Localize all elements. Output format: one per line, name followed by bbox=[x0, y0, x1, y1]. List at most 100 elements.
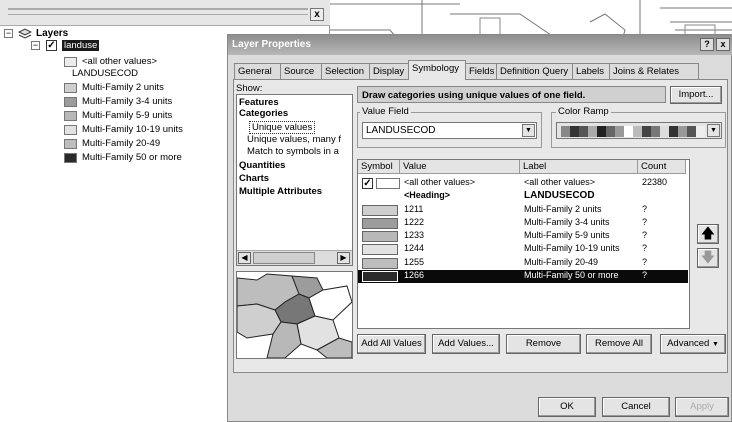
ramp-swatch bbox=[687, 126, 696, 137]
move-up-arrow-icon[interactable]: 🡅 bbox=[697, 224, 719, 244]
col-label[interactable]: Label bbox=[520, 160, 638, 174]
legend-label: Multi-Family 10-19 units bbox=[82, 124, 183, 135]
row-label: Multi-Family 10-19 units bbox=[524, 243, 620, 253]
ok-button[interactable]: OK bbox=[538, 397, 596, 417]
show-list-scrollbar[interactable]: ◀ ▶ bbox=[237, 250, 352, 265]
show-item[interactable]: Features bbox=[239, 97, 351, 108]
col-value[interactable]: Value bbox=[400, 160, 520, 174]
show-item[interactable]: Multiple Attributes bbox=[239, 186, 351, 197]
symbol-swatch[interactable] bbox=[362, 231, 398, 242]
row-count: ? bbox=[642, 217, 648, 227]
tab-source[interactable]: Source bbox=[280, 63, 322, 79]
legend-label: Multi-Family 5-9 units bbox=[82, 110, 173, 121]
table-row[interactable]: 1233 Multi-Family 5-9 units? bbox=[358, 230, 688, 243]
add-all-values-button[interactable]: Add All Values bbox=[357, 334, 426, 354]
row-value: 1211 bbox=[404, 204, 424, 214]
tab-symbology[interactable]: Symbology bbox=[408, 60, 466, 80]
symbol-table[interactable]: Symbol Value Label Count ✓ <all other val… bbox=[357, 159, 690, 329]
ramp-swatch bbox=[606, 126, 615, 137]
toc-grip-line bbox=[8, 14, 308, 16]
toc-close-button[interactable]: x bbox=[310, 8, 324, 21]
scroll-left-icon[interactable]: ◀ bbox=[238, 252, 251, 264]
row-count: ? bbox=[642, 230, 648, 240]
row-value: 1233 bbox=[404, 230, 425, 240]
show-item[interactable]: Quantities bbox=[239, 160, 351, 171]
show-item[interactable]: Charts bbox=[239, 173, 351, 184]
move-down-arrow-icon[interactable]: 🡇 bbox=[697, 248, 719, 268]
symbol-swatch[interactable] bbox=[362, 218, 398, 229]
legend-label: Multi-Family 3-4 units bbox=[82, 96, 173, 107]
legend-swatch[interactable] bbox=[64, 139, 77, 149]
import-button[interactable]: Import... bbox=[670, 86, 722, 104]
legend-swatch[interactable] bbox=[64, 97, 77, 107]
advanced-button[interactable]: Advanced ▼ bbox=[660, 334, 726, 354]
row-label: LANDUSECOD bbox=[524, 190, 595, 201]
col-count[interactable]: Count bbox=[638, 160, 686, 174]
table-row[interactable]: 1211 Multi-Family 2 units? bbox=[358, 204, 688, 217]
ramp-swatch bbox=[624, 126, 633, 137]
table-row[interactable]: <Heading> LANDUSECOD bbox=[358, 190, 688, 203]
show-item[interactable]: Match to symbols in a bbox=[247, 146, 351, 157]
help-button[interactable]: ? bbox=[700, 38, 714, 51]
ramp-swatch bbox=[561, 126, 570, 137]
scroll-thumb[interactable] bbox=[253, 252, 315, 264]
landuse-layer-name[interactable]: landuse bbox=[62, 40, 100, 51]
table-row[interactable]: 1266 Multi-Family 50 or more? bbox=[358, 270, 688, 283]
symbol-swatch[interactable] bbox=[362, 258, 398, 269]
ramp-swatch bbox=[633, 126, 642, 137]
legend-label: LANDUSECOD bbox=[72, 68, 138, 79]
symbol-swatch[interactable] bbox=[376, 178, 400, 189]
symbol-swatch[interactable] bbox=[362, 244, 398, 255]
tab-joins-relates[interactable]: Joins & Relates bbox=[609, 63, 699, 79]
row-count: ? bbox=[642, 204, 648, 214]
row-value: <Heading> bbox=[404, 190, 451, 200]
row-label: <all other values> bbox=[524, 177, 596, 187]
symbol-swatch[interactable] bbox=[362, 271, 398, 282]
chevron-down-icon[interactable]: ▼ bbox=[522, 124, 535, 137]
tab-fields[interactable]: Fields bbox=[465, 63, 497, 79]
remove-all-button[interactable]: Remove All bbox=[586, 334, 652, 354]
tab-general[interactable]: General bbox=[234, 63, 281, 79]
value-field-select[interactable]: LANDUSECOD ▼ bbox=[362, 122, 537, 139]
toc-grip[interactable] bbox=[8, 8, 308, 10]
ramp-swatch bbox=[651, 126, 660, 137]
chevron-down-icon[interactable]: ▼ bbox=[707, 124, 720, 137]
legend-swatch[interactable] bbox=[64, 111, 77, 121]
show-item[interactable]: Unique values bbox=[249, 121, 316, 134]
layers-collapse-icon[interactable]: − bbox=[4, 29, 13, 38]
close-button[interactable]: x bbox=[716, 38, 730, 51]
col-symbol[interactable]: Symbol bbox=[358, 160, 400, 174]
layers-stack-icon bbox=[18, 28, 32, 39]
table-row[interactable]: ✓ <all other values> <all other values> 223… bbox=[358, 177, 688, 190]
legend-swatch[interactable] bbox=[64, 57, 77, 67]
legend-swatch[interactable] bbox=[64, 153, 77, 163]
row-count: ? bbox=[642, 257, 648, 267]
scroll-right-icon[interactable]: ▶ bbox=[337, 252, 350, 264]
cancel-button[interactable]: Cancel bbox=[602, 397, 670, 417]
row-label: Multi-Family 3-4 units bbox=[524, 217, 610, 227]
value-field-label: Value Field bbox=[360, 106, 411, 117]
preview-map-thumbnail bbox=[236, 271, 353, 359]
tab-definition-query[interactable]: Definition Query bbox=[496, 63, 573, 79]
chevron-down-icon: ▼ bbox=[711, 341, 719, 348]
table-row[interactable]: 1244 Multi-Family 10-19 units? bbox=[358, 243, 688, 256]
apply-button[interactable]: Apply bbox=[675, 397, 729, 417]
row-visibility-checkbox[interactable]: ✓ bbox=[362, 178, 373, 189]
legend-swatch[interactable] bbox=[64, 83, 77, 93]
description-banner: Draw categories using unique values of o… bbox=[357, 86, 666, 103]
legend-swatch[interactable] bbox=[64, 125, 77, 135]
show-item[interactable]: Unique values, many f bbox=[247, 134, 351, 145]
landuse-collapse-icon[interactable]: − bbox=[31, 41, 40, 50]
landuse-visibility-checkbox[interactable]: ✓ bbox=[46, 40, 57, 51]
tab-labels[interactable]: Labels bbox=[572, 63, 610, 79]
symbol-swatch[interactable] bbox=[362, 205, 398, 216]
add-values-button[interactable]: Add Values... bbox=[432, 334, 500, 354]
show-list[interactable]: Features Categories Unique values Unique va… bbox=[236, 94, 353, 266]
tab-display[interactable]: Display bbox=[369, 63, 409, 79]
remove-button[interactable]: Remove bbox=[506, 334, 581, 354]
tab-selection[interactable]: Selection bbox=[321, 63, 370, 79]
table-row[interactable]: 1255 Multi-Family 20-49? bbox=[358, 257, 688, 270]
show-item[interactable]: Categories bbox=[239, 108, 351, 119]
table-row[interactable]: 1222 Multi-Family 3-4 units? bbox=[358, 217, 688, 230]
color-ramp-select[interactable]: ▼ bbox=[556, 122, 722, 139]
